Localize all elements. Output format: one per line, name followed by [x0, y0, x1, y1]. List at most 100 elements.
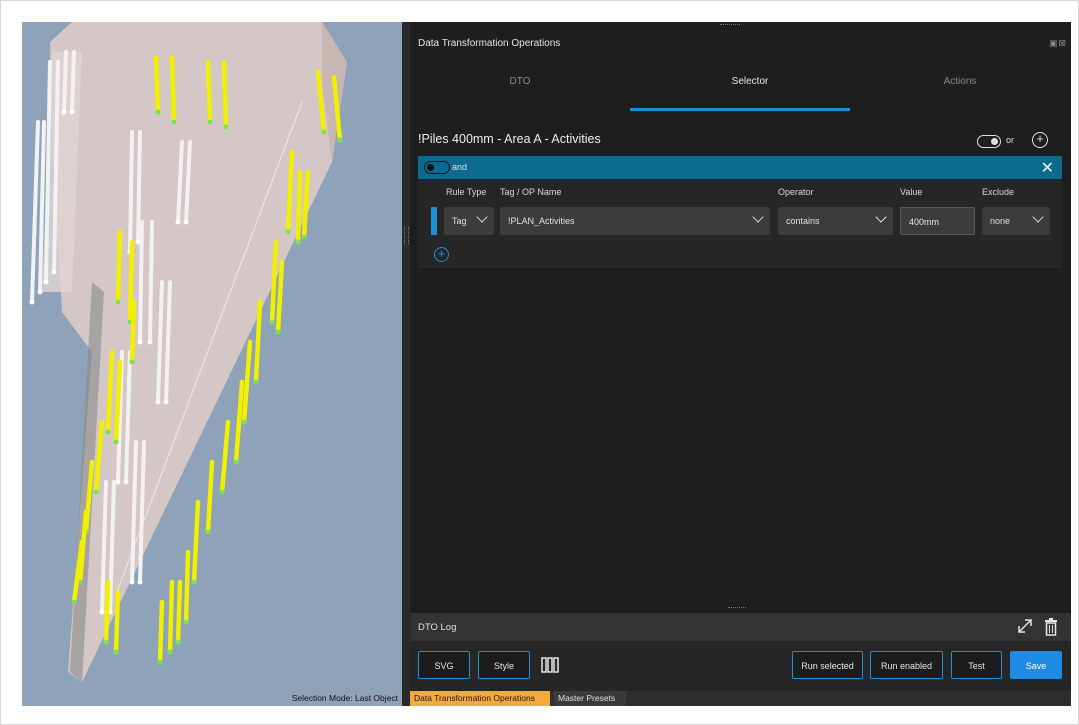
- pile: [175, 579, 183, 645]
- column-tag-name: Tag / OP Name: [500, 187, 562, 197]
- add-group-plus-circle-icon[interactable]: +: [1032, 132, 1048, 148]
- pile: [30, 120, 40, 304]
- pile-tip: [61, 109, 67, 115]
- save-button[interactable]: Save: [1010, 651, 1062, 679]
- window-controls-icon[interactable]: ▣⊠: [1049, 38, 1067, 49]
- panel-title: Data Transformation Operations: [418, 38, 561, 49]
- panel-top-grip[interactable]: [720, 24, 740, 28]
- pile-tip: [147, 339, 153, 345]
- pile-tip: [71, 599, 77, 605]
- rule-group-header: and ✕: [418, 156, 1062, 179]
- pile-tip: [113, 649, 119, 655]
- column-exclude: Exclude: [982, 187, 1015, 197]
- bottom-tab-dto[interactable]: Data Transformation Operations: [410, 691, 550, 706]
- style-button[interactable]: Style: [478, 651, 530, 679]
- pile: [128, 130, 134, 254]
- pile-tip: [113, 439, 119, 445]
- pile: [191, 499, 201, 585]
- run-enabled-button[interactable]: Run enabled: [870, 651, 943, 679]
- chevron-down-icon: [875, 211, 887, 223]
- tab-actions[interactable]: Actions: [930, 76, 990, 87]
- pile-tip: [123, 479, 129, 485]
- column-value: Value: [900, 187, 923, 197]
- pile: [295, 169, 303, 245]
- value-input[interactable]: 400mm: [900, 207, 975, 235]
- chevron-down-icon: [1032, 211, 1044, 223]
- pile-tip: [269, 319, 275, 325]
- pile-tip: [337, 137, 343, 143]
- operator-select[interactable]: contains: [778, 207, 893, 235]
- pile: [115, 229, 123, 305]
- pile-tip: [167, 649, 173, 655]
- pile-tip: [43, 279, 49, 285]
- rule-row-indicator: [431, 207, 437, 235]
- pile: [148, 220, 154, 344]
- or-toggle[interactable]: [977, 135, 1001, 148]
- tag-name-select[interactable]: !PLAN_Activities: [500, 207, 770, 235]
- pile-tip: [129, 359, 135, 365]
- column-operator: Operator: [778, 187, 814, 197]
- pile-tip: [241, 419, 247, 425]
- pile-tip: [105, 429, 111, 435]
- model-render: [29, 22, 347, 682]
- selection-mode-label: Selection Mode: Last Object: [291, 693, 398, 703]
- pile-tip: [103, 639, 109, 645]
- pile-tip: [175, 219, 181, 225]
- pile-tip: [29, 299, 35, 305]
- close-icon[interactable]: ✕: [1041, 158, 1054, 178]
- pile-tip: [207, 119, 213, 125]
- pile-tip: [183, 619, 189, 625]
- dto-log-bar: DTO Log: [410, 613, 1071, 641]
- pile-tip: [171, 119, 177, 125]
- pile: [205, 459, 215, 535]
- test-button[interactable]: Test: [951, 651, 1002, 679]
- pile-tip: [115, 479, 121, 485]
- pile-tip: [233, 459, 239, 465]
- active-tab-indicator: [630, 108, 850, 111]
- pile: [221, 59, 229, 130]
- pile: [205, 59, 213, 125]
- tab-dto[interactable]: DTO: [500, 76, 540, 87]
- pile-tip: [99, 609, 105, 615]
- columns-icon[interactable]: [540, 655, 560, 675]
- bottom-tab-master-presets[interactable]: Master Presets: [554, 691, 626, 706]
- action-toolbar: SVG Style Run selected Run enabled Test …: [410, 641, 1071, 691]
- pile-tip: [275, 329, 281, 335]
- pile: [219, 419, 231, 495]
- panel-resize-grip[interactable]: [728, 607, 746, 611]
- pile-tip: [137, 579, 143, 585]
- value-text: 400mm: [909, 217, 940, 227]
- rule-type-select[interactable]: Tag: [444, 207, 494, 235]
- pile-tip: [155, 399, 161, 405]
- rule-type-value: Tag: [452, 216, 467, 226]
- pile: [241, 339, 253, 425]
- expand-diagonal-icon[interactable]: [1016, 617, 1034, 635]
- tag-name-value: !PLAN_Activities: [508, 216, 575, 226]
- pile: [138, 220, 144, 344]
- trash-icon[interactable]: [1043, 617, 1059, 637]
- pile: [167, 579, 175, 655]
- rule-group: and ✕ Rule Type Tag / OP Name Operator V…: [418, 156, 1062, 268]
- or-toggle-label: or: [1006, 135, 1015, 145]
- dto-log-label: DTO Log: [418, 622, 457, 633]
- pile-tip: [155, 109, 161, 115]
- tab-selector[interactable]: Selector: [710, 76, 790, 87]
- pile-tip: [321, 129, 327, 135]
- pile-tip: [191, 579, 197, 585]
- pile-tip: [163, 399, 169, 405]
- operator-value: contains: [786, 216, 820, 226]
- pile: [169, 54, 177, 125]
- add-rule-plus-circle-icon[interactable]: +: [434, 247, 449, 262]
- run-selected-button[interactable]: Run selected: [792, 651, 863, 679]
- and-toggle-label: and: [452, 162, 468, 172]
- and-toggle[interactable]: [424, 161, 450, 174]
- pile-tip: [295, 239, 301, 245]
- model-viewport[interactable]: Selection Mode: Last Object: [22, 22, 402, 706]
- svg-button[interactable]: SVG: [418, 651, 470, 679]
- exclude-select[interactable]: none: [982, 207, 1050, 235]
- bottom-tab-strip: Data Transformation Operations Master Pr…: [410, 691, 1071, 706]
- pile-tip: [253, 379, 259, 385]
- pile-tip: [137, 339, 143, 345]
- pile-tip: [219, 489, 225, 495]
- pane-splitter[interactable]: [402, 22, 410, 706]
